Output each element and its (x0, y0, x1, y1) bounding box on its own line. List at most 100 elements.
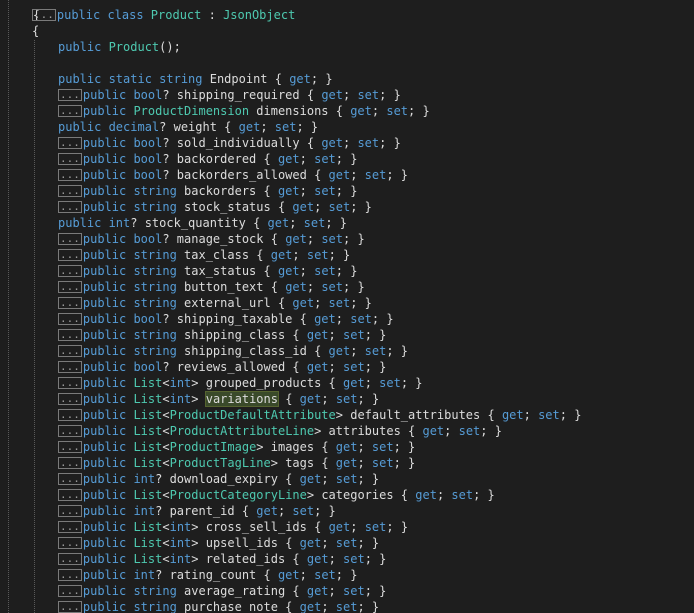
code-line[interactable]: ... public string stock_status { get; set… (58, 199, 372, 215)
collapsed-region-button[interactable]: ... (58, 441, 82, 453)
code-token: public (82, 520, 134, 534)
code-line[interactable]: ... public bool? shipping_required { get;… (58, 87, 401, 103)
code-token: public bool (82, 88, 163, 102)
collapsed-region-button[interactable]: ... (58, 249, 82, 261)
code-line[interactable]: ... public ProductDimension dimensions { … (58, 103, 430, 119)
collapsed-region-button[interactable]: ... (58, 137, 82, 149)
collapsed-region-button[interactable]: ... (58, 169, 82, 181)
code-token: set (335, 472, 358, 486)
collapsed-region-button[interactable]: ... (58, 345, 82, 357)
code-token: set (328, 296, 351, 310)
collapsed-region-button[interactable]: ... (58, 153, 82, 165)
collapsed-region-button[interactable]: ... (58, 489, 82, 501)
code-token: < (162, 520, 170, 534)
code-token: ; (321, 472, 336, 486)
code-line[interactable]: ... public List<ProductCategoryLine> cate… (58, 487, 495, 503)
collapsed-region-button[interactable]: ... (58, 377, 82, 389)
code-line[interactable]: ... public string tax_status { get; set; … (58, 263, 357, 279)
code-token: int (169, 376, 192, 390)
code-token: List (133, 552, 163, 566)
collapsed-region-button[interactable]: ... (58, 585, 82, 597)
code-token: ; } (379, 136, 401, 150)
collapsed-region-button[interactable]: ... (58, 185, 82, 197)
code-token: ? backorders_allowed { (162, 168, 329, 182)
code-token: set (451, 488, 474, 502)
collapsed-region-button[interactable]: ... (58, 201, 82, 213)
collapsed-region-button[interactable]: ... (58, 601, 82, 613)
code-line[interactable]: ... public class Product : JsonObject (32, 7, 295, 23)
code-line[interactable]: ... public string tax_class { get; set; } (58, 247, 350, 263)
collapsed-region-button[interactable]: ... (58, 313, 82, 325)
collapsed-region-button[interactable]: ... (58, 105, 82, 117)
collapsed-region-button[interactable]: ... (58, 233, 82, 245)
code-token: set (321, 280, 344, 294)
collapsed-region-button[interactable]: ... (58, 281, 82, 293)
code-token: ; } (386, 344, 409, 358)
code-line[interactable]: public Product(); (58, 39, 181, 55)
code-line[interactable]: ... public List<int> grouped_products { g… (58, 375, 423, 391)
code-editor[interactable]: { ... public class Product : JsonObject{p… (0, 0, 694, 613)
code-token: get (285, 232, 307, 246)
code-line[interactable]: { (32, 23, 39, 39)
collapsed-region-button[interactable]: ... (58, 457, 82, 469)
collapsed-region-button[interactable]: ... (58, 265, 82, 277)
collapsed-region-button[interactable]: ... (58, 425, 82, 437)
code-line[interactable]: ... public string backorders { get; set; … (58, 183, 357, 199)
code-token: public string (82, 600, 185, 613)
code-line[interactable]: ... public List<ProductImage> images { ge… (58, 439, 415, 455)
code-token: get (299, 472, 322, 486)
code-line[interactable]: ... public List<ProductDefaultAttribute> … (58, 407, 581, 423)
code-token: get (277, 568, 300, 582)
code-line[interactable]: ... public List<int> related_ids { get; s… (58, 551, 386, 567)
collapsed-region-button[interactable]: ... (32, 9, 56, 21)
code-line[interactable]: ... public string button_text { get; set;… (58, 279, 365, 295)
collapsed-region-button[interactable]: ... (58, 537, 82, 549)
code-line[interactable]: public int? stock_quantity { get; set; } (58, 215, 347, 231)
code-token: public decimal (58, 120, 160, 134)
code-token: ? stock_quantity { (130, 216, 268, 230)
code-token: public bool (82, 152, 163, 166)
code-token: purchase_note { (184, 600, 300, 613)
code-line[interactable]: ... public bool? reviews_allowed { get; s… (58, 359, 386, 375)
code-line[interactable]: ... public int? download_expiry { get; se… (58, 471, 379, 487)
code-line[interactable]: ... public bool? backordered { get; set; … (58, 151, 357, 167)
code-token: public string (82, 200, 185, 214)
code-token: set (364, 344, 387, 358)
collapsed-region-button[interactable]: ... (58, 329, 82, 341)
collapsed-region-button[interactable]: ... (58, 89, 82, 101)
code-line[interactable]: ... public bool? sold_individually { get;… (58, 135, 401, 151)
code-token: ; } (314, 504, 336, 518)
collapsed-region-button[interactable]: ... (58, 409, 82, 421)
code-line[interactable]: ... public string purchase_note { get; se… (58, 599, 379, 613)
code-token: get (256, 504, 278, 518)
code-line[interactable]: ... public string shipping_class { get; s… (58, 327, 386, 343)
code-line[interactable]: ... public bool? manage_stock { get; set;… (58, 231, 365, 247)
collapsed-region-button[interactable]: ... (58, 297, 82, 309)
collapsed-region-button[interactable]: ... (58, 393, 82, 405)
code-line[interactable]: ... public List<ProductAttributeLine> att… (58, 423, 502, 439)
code-line[interactable]: ... public string shipping_class_id { get… (58, 343, 408, 359)
code-line[interactable]: public static string Endpoint { get; } (58, 71, 333, 87)
code-line[interactable]: ... public List<int> cross_sell_ids { get… (58, 519, 408, 535)
code-token: ; (328, 552, 344, 566)
code-line[interactable]: ... public List<ProductTagLine> tags { ge… (58, 455, 415, 471)
code-line[interactable]: ... public string external_url { get; set… (58, 295, 372, 311)
code-token: set (343, 584, 365, 598)
code-line[interactable]: ... public int? parent_id { get; set; } (58, 503, 336, 519)
code-token: set (371, 440, 394, 454)
collapsed-region-button[interactable]: ... (58, 569, 82, 581)
code-line[interactable]: public decimal? weight { get; set; } (58, 119, 318, 135)
code-line[interactable]: ... public bool? shipping_taxable { get ; … (58, 311, 394, 327)
code-line[interactable]: ... public List<int> upsell_ids { get; se… (58, 535, 379, 551)
collapsed-region-button[interactable]: ... (58, 505, 82, 517)
collapsed-region-button[interactable]: ... (58, 361, 82, 373)
code-line[interactable]: ... public int? rating_count { get; set; … (58, 567, 357, 583)
code-token: ProductAttributeLine (169, 424, 315, 438)
collapsed-region-button[interactable]: ... (58, 553, 82, 565)
collapsed-region-button[interactable]: ... (58, 473, 82, 485)
code-line[interactable]: ... public string average_rating { get; s… (58, 583, 386, 599)
code-token: ; } (364, 552, 387, 566)
collapsed-region-button[interactable]: ... (58, 521, 82, 533)
code-line[interactable]: ... public List<int> variations { get; se… (58, 391, 379, 407)
code-line[interactable]: ... public bool? backorders_allowed { get… (58, 167, 408, 183)
